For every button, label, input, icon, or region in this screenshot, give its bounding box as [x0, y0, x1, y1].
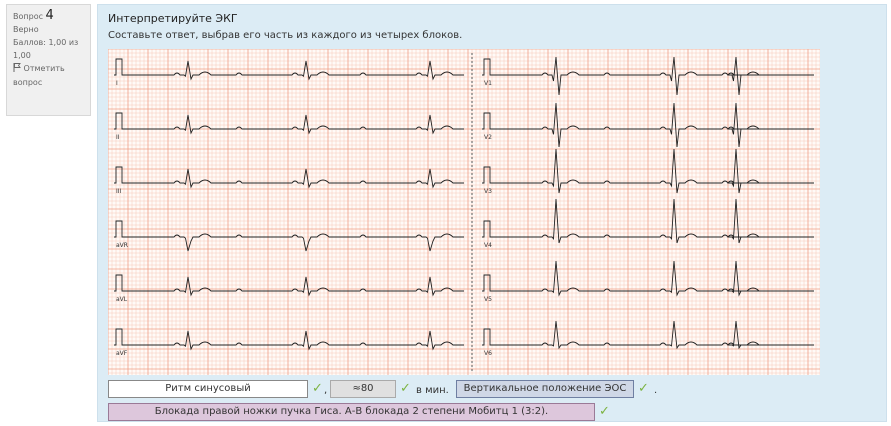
question-content: Интерпретируйте ЭКГ Составьте ответ, выб… — [97, 4, 887, 422]
question-info-panel: Вопрос 4 Верно Баллов: 1,00 из 1,00 Отме… — [6, 4, 91, 116]
ecg-lead-label-v4: V4 — [484, 242, 492, 249]
ecg-lead-label-v5: V5 — [484, 296, 492, 303]
axis-answer-box[interactable]: Вертикальное положение ЭОС — [456, 380, 634, 398]
ecg-lead-label-avl: aVL — [116, 296, 128, 303]
separator-period: . — [654, 385, 658, 396]
flag-question-link[interactable]: Отметить вопрос — [13, 62, 84, 89]
conduction-answer-box[interactable]: Блокада правой ножки пучка Гиса. А-В бло… — [108, 403, 595, 421]
ecg-lead-label-ii: II — [116, 134, 120, 141]
separator-comma: , — [324, 385, 328, 396]
question-score: Баллов: 1,00 из 1,00 — [13, 38, 79, 60]
rhythm-correct-check-icon: ✓ — [312, 381, 323, 396]
question-number-line: Вопрос 4 — [13, 9, 84, 23]
ecg-lead-label-v1: V1 — [484, 80, 492, 87]
conduction-correct-check-icon: ✓ — [599, 404, 610, 419]
axis-correct-check-icon: ✓ — [638, 381, 649, 396]
ecg-lead-label-iii: III — [116, 188, 122, 195]
ecg-image: I II III aVR aVL aVF V1 V2 V3 V4 V5 V6 — [108, 49, 820, 375]
ecg-lead-label-i: I — [116, 80, 118, 87]
question-title: Интерпретируйте ЭКГ — [108, 12, 238, 25]
ecg-lead-label-v3: V3 — [484, 188, 492, 195]
question-prompt: Составьте ответ, выбрав его часть из каж… — [108, 30, 463, 41]
ecg-lead-label-v2: V2 — [484, 134, 492, 141]
rhythm-answer-box[interactable]: Ритм синусовый — [108, 380, 308, 398]
ecg-strip: IIIIIIaVRaVLaVFV1V2V3V4V5V6 — [108, 49, 820, 375]
question-status: Верно — [13, 25, 39, 34]
ecg-lead-label-avf: aVF — [116, 350, 128, 357]
ecg-lead-label-avr: aVR — [116, 242, 128, 249]
question-label: Вопрос — [13, 12, 43, 21]
rate-unit-label: в мин. — [416, 385, 449, 396]
question-number: 4 — [45, 8, 54, 23]
rate-correct-check-icon: ✓ — [400, 381, 411, 396]
ecg-lead-label-v6: V6 — [484, 350, 492, 357]
flag-question-label: Отметить вопрос — [13, 64, 65, 87]
flag-icon — [13, 63, 21, 76]
rate-answer-box[interactable]: ≈80 — [330, 380, 396, 398]
